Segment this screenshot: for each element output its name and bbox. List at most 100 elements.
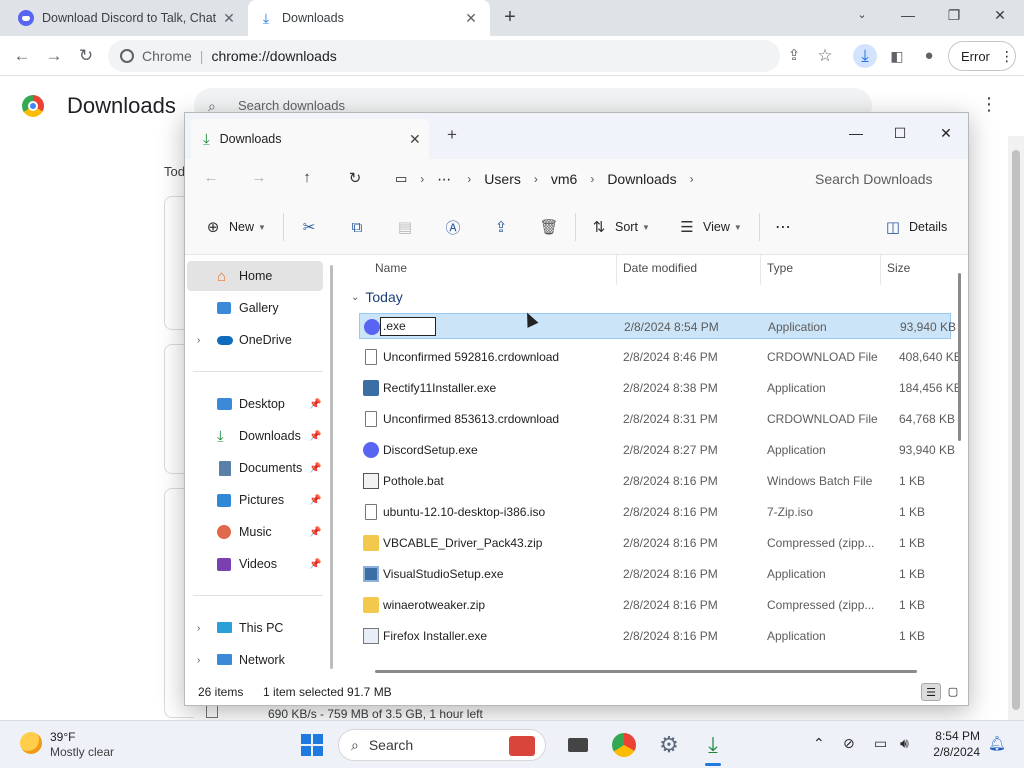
new-tab-button[interactable]: + [447,125,457,145]
close-tab-icon[interactable]: ✕ [220,10,238,27]
pin-icon[interactable]: 📌 [309,495,321,506]
nav-item-this-pc[interactable]: › This PC [187,613,323,643]
chevron-right-icon[interactable]: › [197,335,200,346]
back-icon[interactable]: ← [10,44,34,68]
address-bar[interactable]: Chrome | chrome://downloads [108,40,780,72]
scrollbar-thumb[interactable] [1012,150,1020,710]
copy-button[interactable]: ⧉ [347,217,367,237]
reload-icon[interactable]: ↻ [74,44,98,68]
volume-icon[interactable]: 🔊︎ [900,735,909,752]
nav-item-downloads[interactable]: ⤓ Downloads 📌 [187,421,323,451]
details-view-icon[interactable]: ☰ [921,683,941,701]
refresh-icon[interactable]: ↻ [343,169,367,189]
chrome-taskbar-button[interactable] [608,729,640,761]
breadcrumb-item[interactable]: vm6 [551,171,577,187]
details-button[interactable]: ◫ Details [883,217,947,237]
maximize-icon[interactable]: ☐ [885,121,915,145]
close-tab-icon[interactable]: ✕ [462,10,480,27]
nav-item-network[interactable]: › Network [187,645,323,675]
display-icon[interactable]: ▭ [874,735,887,752]
weather-temperature[interactable]: 39°F [50,730,75,744]
chevron-right-icon[interactable]: › [197,623,200,634]
pin-icon[interactable]: 📌 [309,463,321,474]
weather-icon[interactable] [20,732,42,754]
column-header-size[interactable]: Size [887,261,910,275]
file-row[interactable]: ubuntu-12.10-desktop-i386.iso 2/8/2024 8… [359,499,951,525]
profile-icon[interactable]: ● [917,44,941,68]
pin-icon[interactable]: 📌 [309,399,321,410]
side-panel-icon[interactable]: ◧ [885,44,909,68]
notification-bell-icon[interactable]: 🔔︎ [988,735,1006,752]
task-view-button[interactable] [562,729,594,761]
view-button[interactable]: ☰ View ▼ [677,217,742,237]
share-icon[interactable]: ⇪ [782,44,806,68]
tiles-view-icon[interactable]: ▢ [943,683,963,701]
column-header-name[interactable]: Name [375,261,407,275]
forward-icon[interactable]: → [247,169,271,189]
file-row[interactable]: Firefox Installer.exe 2/8/2024 8:16 PM A… [359,623,951,649]
network-icon[interactable]: ⊘ [843,735,855,752]
nav-item-videos[interactable]: Videos 📌 [187,549,323,579]
up-icon[interactable]: ↑ [295,169,319,189]
downloads-taskbar-button[interactable]: ⤓ [697,729,729,761]
clock[interactable]: 8:54 PM 2/8/2024 [924,728,980,760]
file-list-horizontal-scrollbar[interactable] [375,670,917,673]
start-button[interactable] [296,729,328,761]
nav-item-home[interactable]: ⌂ Home [187,261,323,291]
breadcrumb[interactable]: ▭ › ⋯ › Users › vm6 › Downloads › [395,163,799,195]
column-divider[interactable] [880,255,881,285]
sort-button[interactable]: ⇅ Sort ▼ [589,217,650,237]
chevron-up-icon[interactable]: ⌃ [813,735,825,752]
file-row[interactable]: winaerotweaker.zip 2/8/2024 8:16 PM Comp… [359,592,951,618]
file-row[interactable]: DiscordSetup.exe 2/8/2024 8:27 PM Applic… [359,437,955,463]
rename-button[interactable]: Ⓐ [443,217,463,237]
file-row[interactable]: Rectify11Installer.exe 2/8/2024 8:38 PM … [359,375,962,401]
downloads-icon[interactable]: ⤓ [853,44,877,68]
close-icon[interactable]: ✕ [931,121,961,145]
column-header-type[interactable]: Type [767,261,793,275]
column-divider[interactable] [760,255,761,285]
minimize-icon[interactable]: — [841,121,871,145]
group-header-today[interactable]: ⌄ Today [351,289,403,305]
tab-downloads[interactable]: ⤓ Downloads ✕ [248,0,490,36]
minimize-icon[interactable]: — [894,4,922,28]
restore-icon[interactable]: ❐ [940,4,968,28]
file-row[interactable]: Unconfirmed 592816.crdownload 2/8/2024 8… [359,344,962,370]
tab-discord[interactable]: Download Discord to Talk, Chat ✕ [8,0,248,36]
rename-input[interactable]: .exe [380,317,436,336]
breadcrumb-item[interactable]: Downloads [607,171,676,187]
nav-item-music[interactable]: Music 📌 [187,517,323,547]
weather-description[interactable]: Mostly clear [50,745,114,759]
file-row[interactable]: .exe 2/8/2024 8:54 PM Application 93,940… [359,313,956,339]
nav-item-onedrive[interactable]: › OneDrive [187,325,323,355]
search-downloads-field[interactable]: Search Downloads [799,163,967,195]
close-icon[interactable]: ✕ [986,4,1014,28]
forward-icon[interactable]: → [42,44,66,68]
file-list-vertical-scrollbar[interactable] [958,273,961,441]
nav-item-desktop[interactable]: Desktop 📌 [187,389,323,419]
taskbar-search[interactable]: ⌕ Search [338,729,546,761]
file-row[interactable]: Unconfirmed 853613.crdownload 2/8/2024 8… [359,406,955,432]
column-divider[interactable] [616,255,617,285]
new-button[interactable]: ⊕ New ▼ [203,217,266,237]
file-row[interactable]: VBCABLE_Driver_Pack43.zip 2/8/2024 8:16 … [359,530,951,556]
breadcrumb-item[interactable]: Users [484,171,521,187]
pin-icon[interactable]: 📌 [309,527,321,538]
pin-icon[interactable]: 📌 [309,559,321,570]
nav-item-pictures[interactable]: Pictures 📌 [187,485,323,515]
cut-button[interactable]: ✂ [299,217,319,237]
nav-scrollbar[interactable] [330,265,333,669]
column-header-date[interactable]: Date modified [623,261,697,275]
file-row[interactable]: VisualStudioSetup.exe 2/8/2024 8:16 PM A… [359,561,951,587]
bookmark-star-icon[interactable]: ☆ [813,44,837,68]
pin-icon[interactable]: 📌 [309,431,321,442]
error-button[interactable]: Error ⋮ [948,41,1016,71]
paste-button[interactable]: ▤ [395,217,415,237]
overflow-dots-icon[interactable]: ⋯ [437,171,451,188]
share-button[interactable]: ⇪ [491,217,511,237]
tab-search-icon[interactable]: ⌄ [848,4,876,28]
nav-item-gallery[interactable]: Gallery [187,293,323,323]
explorer-tab[interactable]: ⤓ Downloads ✕ [191,119,429,159]
settings-taskbar-button[interactable]: ⚙ [653,729,685,761]
more-options-icon[interactable]: ⋯ [775,217,791,237]
